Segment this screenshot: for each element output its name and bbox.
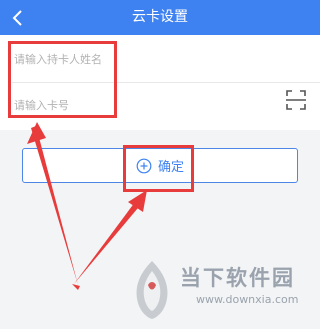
card-form: 请输入持卡人姓名 请输入卡号 (0, 35, 320, 130)
confirm-button-label: 确定 (157, 160, 184, 175)
cardholder-name-input[interactable]: 请输入持卡人姓名 (14, 51, 102, 67)
form-divider (12, 82, 320, 83)
confirm-button[interactable]: 确定 (22, 148, 298, 183)
top-navigation-bar: 云卡设置 (0, 0, 320, 35)
watermark-url: www.downxia.com (196, 293, 299, 306)
watermark-name: 当下软件园 (180, 266, 295, 290)
watermark-logo (136, 261, 168, 319)
page-title: 云卡设置 (132, 9, 188, 25)
card-number-input[interactable]: 请输入卡号 (14, 97, 69, 113)
scan-frame-icon[interactable] (284, 88, 308, 112)
plus-circle-icon (136, 158, 152, 173)
